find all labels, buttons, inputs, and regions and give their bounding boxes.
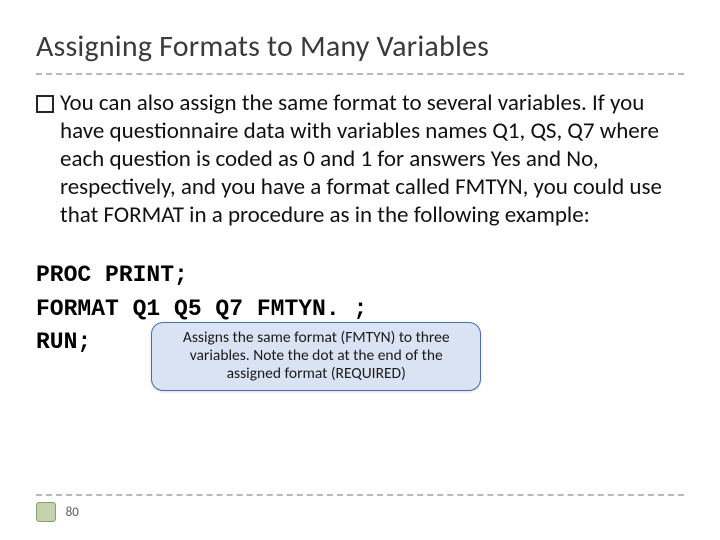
callout-box: Assigns the same format (FMTYN) to three… — [151, 322, 481, 391]
code-line-1: PROC PRINT; — [36, 259, 684, 292]
code-line-3: RUN; — [36, 326, 91, 359]
page-number: 80 — [66, 505, 79, 520]
bullet-square-icon — [36, 95, 54, 113]
body-text: You can also assign the same format to s… — [60, 89, 684, 229]
slide-title: Assigning Formats to Many Variables — [36, 28, 684, 75]
code-block: PROC PRINT; FORMAT Q1 Q5 Q7 FMTYN. ; RUN… — [36, 259, 684, 391]
callout-text: Assigns the same format (FMTYN) to three… — [162, 329, 470, 382]
slide: Assigning Formats to Many Variables You … — [0, 0, 720, 540]
footer-decoration-icon — [36, 502, 56, 522]
code-line-2: FORMAT Q1 Q5 Q7 FMTYN. ; — [36, 293, 684, 326]
body-paragraph: You can also assign the same format to s… — [36, 89, 684, 229]
slide-footer: 80 — [36, 494, 684, 522]
